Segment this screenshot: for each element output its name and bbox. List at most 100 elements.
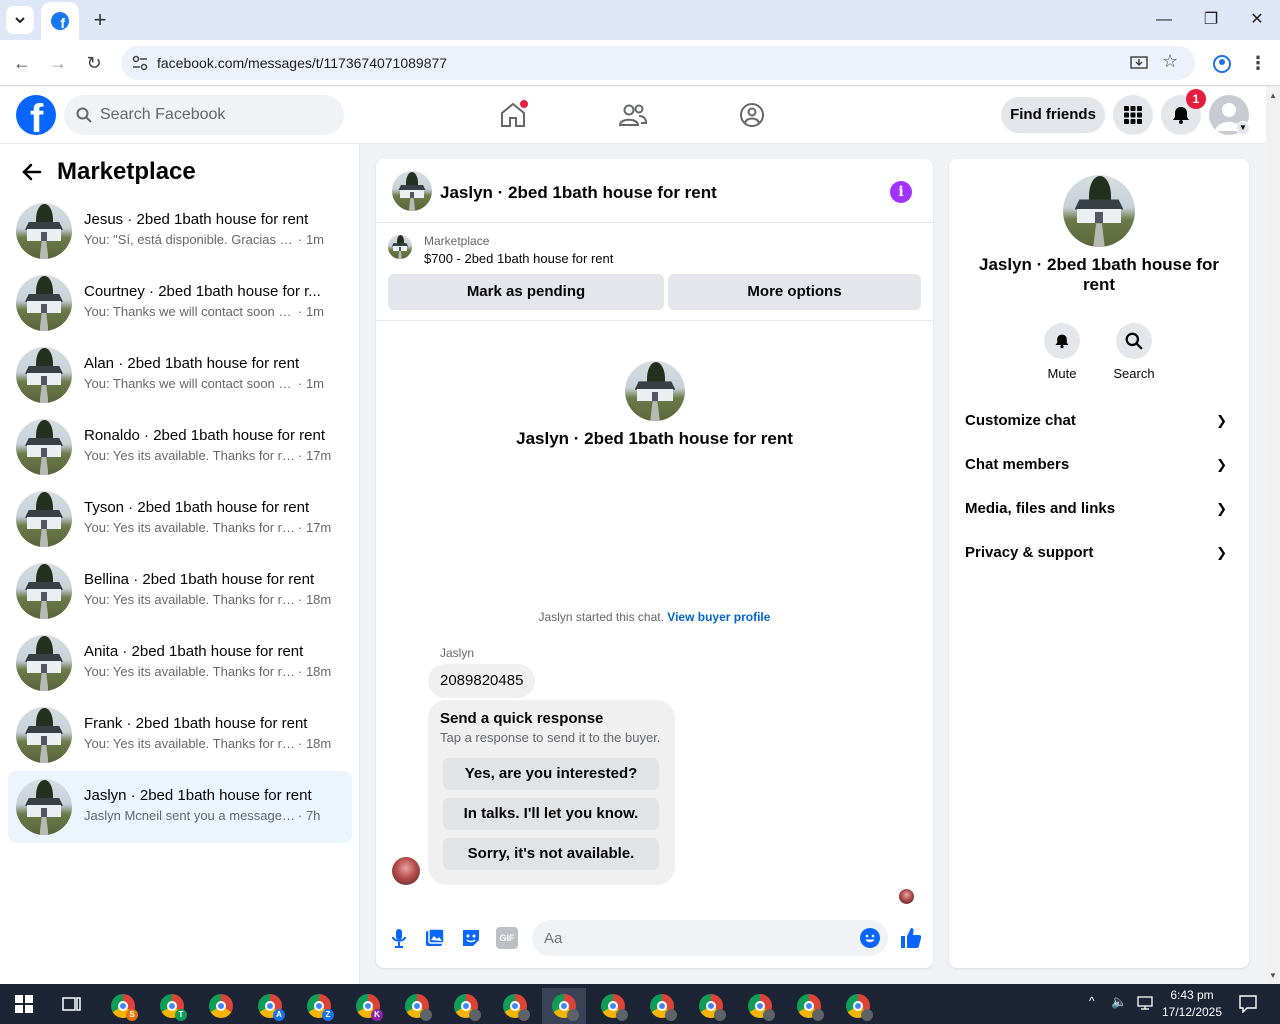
mark-pending-button[interactable]: Mark as pending	[388, 274, 664, 310]
url-text[interactable]: facebook.com/messages/t/1173674071089877	[157, 55, 447, 71]
chat-header-thumbnail[interactable]	[392, 171, 432, 211]
conversation-preview: You: "Sí, está disponible. Gracias por .…	[84, 232, 298, 247]
reload-icon[interactable]: ↻	[81, 50, 107, 76]
menu-button[interactable]	[1113, 95, 1153, 135]
details-thumbnail	[1063, 175, 1135, 247]
conversation-item[interactable]: Alan · 2bed 1bath house for rent You: Tha…	[8, 339, 352, 411]
search-chat-button[interactable]: Search	[1104, 323, 1164, 381]
conversation-preview: You: Thanks we will contact soon wit...	[84, 376, 298, 391]
listing-thumbnail[interactable]	[388, 235, 412, 259]
chat-title[interactable]: Jaslyn · 2bed 1bath house for rent	[440, 183, 717, 203]
emoji-icon[interactable]	[860, 928, 880, 948]
site-info-icon[interactable]	[131, 54, 149, 72]
conversation-item[interactable]: Ronaldo · 2bed 1bath house for rent You: …	[8, 411, 352, 483]
chevron-down-icon: ❯	[1216, 501, 1227, 516]
browser-tab-facebook[interactable]: f	[41, 2, 79, 40]
conversation-item[interactable]: Frank · 2bed 1bath house for rent You: Ye…	[8, 699, 352, 771]
conversation-name: Bellina · 2bed 1bath house for rent	[84, 571, 315, 588]
conversation-thumbnail	[16, 419, 72, 475]
quick-response-not-available[interactable]: Sorry, it's not available.	[443, 838, 659, 870]
taskbar-chrome-window[interactable]	[444, 988, 488, 1024]
back-arrow-icon[interactable]	[20, 160, 44, 184]
conversation-item[interactable]: Jaslyn · 2bed 1bath house for rent Jaslyn…	[8, 771, 352, 843]
notification-center-icon[interactable]	[1239, 995, 1257, 1013]
media-files-links-row[interactable]: Media, files and links ❯	[965, 487, 1233, 531]
privacy-support-row[interactable]: Privacy & support ❯	[965, 531, 1233, 575]
groups-icon[interactable]	[736, 99, 768, 131]
taskbar-chrome-window[interactable]	[542, 988, 586, 1024]
mute-button[interactable]: Mute	[1032, 323, 1092, 381]
page-scrollbar[interactable]: ▲ ▼	[1266, 87, 1280, 984]
taskbar-chrome-window[interactable]	[493, 988, 537, 1024]
microphone-icon[interactable]	[388, 927, 410, 949]
conversation-item[interactable]: Jesus · 2bed 1bath house for rent You: "S…	[8, 195, 352, 267]
windows-start-icon[interactable]	[15, 995, 33, 1013]
new-tab-button[interactable]: +	[88, 8, 112, 32]
taskbar-chrome-window[interactable]	[738, 988, 782, 1024]
marketplace-label: Marketplace	[424, 234, 490, 248]
chrome-icon	[552, 994, 579, 1021]
close-icon[interactable]: ✕	[1245, 8, 1269, 32]
address-bar[interactable]: facebook.com/messages/t/1173674071089877…	[121, 46, 1195, 80]
forward-icon[interactable]: →	[45, 50, 71, 76]
taskbar-chrome-window[interactable]	[395, 988, 439, 1024]
message-bubble[interactable]: 2089820485	[428, 664, 536, 698]
conversation-item[interactable]: Courtney · 2bed 1bath house for r... You:…	[8, 267, 352, 339]
taskbar-chrome-window[interactable]	[591, 988, 635, 1024]
quick-response-in-talks[interactable]: In talks. I'll let you know.	[443, 798, 659, 830]
bookmark-star-icon[interactable]: ☆	[1162, 51, 1178, 72]
taskbar-chrome-window[interactable]: S	[101, 988, 145, 1024]
volume-icon[interactable]: 🔈	[1111, 994, 1127, 1010]
taskbar-chrome-window[interactable]: A	[248, 988, 292, 1024]
task-view-icon[interactable]	[62, 995, 82, 1013]
like-thumb-icon[interactable]	[899, 926, 923, 950]
system-clock[interactable]: 6:43 pm 17/12/2025	[1157, 987, 1227, 1021]
taskbar-chrome-window[interactable]: Z	[297, 988, 341, 1024]
taskbar-chrome-window[interactable]	[689, 988, 733, 1024]
facebook-logo-icon[interactable]: f	[16, 95, 56, 135]
chat-members-row[interactable]: Chat members ❯	[965, 443, 1233, 487]
conversation-item[interactable]: Tyson · 2bed 1bath house for rent You: Ye…	[8, 483, 352, 555]
photo-icon[interactable]	[424, 927, 446, 949]
restore-icon[interactable]: ❐	[1199, 8, 1223, 32]
taskbar-chrome-window[interactable]	[787, 988, 831, 1024]
scroll-up-icon[interactable]: ▲	[1269, 91, 1277, 100]
view-buyer-profile-link[interactable]: View buyer profile	[667, 610, 770, 624]
find-friends-button[interactable]: Find friends	[1001, 97, 1105, 133]
message-input[interactable]	[532, 920, 888, 956]
conversation-thumbnail	[16, 563, 72, 619]
search-placeholder: Search Facebook	[100, 106, 226, 123]
info-icon[interactable]: i	[890, 181, 912, 203]
sticker-icon[interactable]	[460, 927, 482, 949]
minimize-icon[interactable]: —	[1152, 8, 1176, 32]
customize-chat-row[interactable]: Customize chat ❯	[965, 399, 1233, 443]
taskbar-chrome-window[interactable]: K	[346, 988, 390, 1024]
profile-icon[interactable]	[1212, 54, 1232, 74]
chevron-up-icon[interactable]: ^	[1089, 994, 1095, 1008]
quick-response-interested[interactable]: Yes, are you interested?	[443, 758, 659, 790]
taskbar-chrome-window[interactable]: T	[150, 988, 194, 1024]
browser-menu-icon[interactable]: ⋮	[1245, 50, 1271, 76]
home-icon[interactable]	[497, 99, 529, 131]
taskbar-chrome-window[interactable]	[640, 988, 684, 1024]
marketplace-listing-bar: Marketplace $700 - 2bed 1bath house for …	[376, 223, 933, 321]
back-icon[interactable]: ←	[9, 50, 35, 76]
friends-icon[interactable]	[617, 99, 649, 131]
conversation-preview: You: Yes its available. Thanks for rea..…	[84, 520, 298, 535]
more-options-button[interactable]: More options	[668, 274, 921, 310]
taskbar-chrome-window[interactable]	[836, 988, 880, 1024]
sender-avatar[interactable]	[392, 857, 420, 885]
facebook-header: f Search Facebook Find friends ▼	[0, 87, 1266, 144]
network-icon[interactable]	[1137, 996, 1153, 1010]
gif-icon[interactable]: GIF	[496, 927, 518, 949]
taskbar-chrome-window[interactable]	[199, 988, 243, 1024]
conversation-item[interactable]: Bellina · 2bed 1bath house for rent You: …	[8, 555, 352, 627]
chrome-icon: K	[356, 994, 383, 1021]
search-input[interactable]: Search Facebook	[64, 95, 344, 135]
listing-title[interactable]: $700 - 2bed 1bath house for rent	[424, 251, 613, 266]
scroll-down-icon[interactable]: ▼	[1269, 971, 1277, 980]
install-app-icon[interactable]	[1130, 54, 1148, 72]
conversation-item[interactable]: Anita · 2bed 1bath house for rent You: Ye…	[8, 627, 352, 699]
account-chevron-icon[interactable]: ▼	[1236, 121, 1250, 135]
tab-search-button[interactable]	[6, 6, 34, 34]
